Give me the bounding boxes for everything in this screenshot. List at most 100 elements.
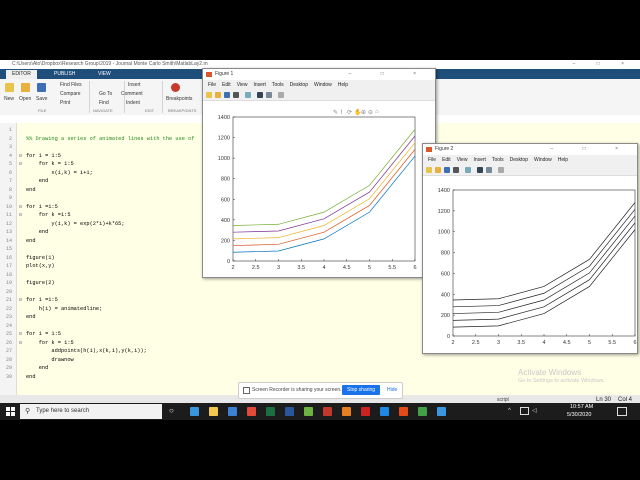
taskbar-app-icon[interactable] bbox=[342, 407, 351, 416]
save-figure-icon[interactable] bbox=[444, 167, 450, 173]
home-icon[interactable]: ⌂ bbox=[375, 109, 379, 115]
code-line[interactable]: for k =1:5 bbox=[26, 212, 71, 218]
code-line[interactable]: figure(1) bbox=[26, 255, 55, 261]
menu-help[interactable]: Help bbox=[558, 157, 568, 163]
show-plot-tools-icon[interactable] bbox=[278, 92, 284, 98]
menu-help[interactable]: Help bbox=[338, 82, 348, 88]
code-line[interactable]: y(i,k) = exp(2*i)+k*65; bbox=[26, 221, 124, 227]
menu-desktop[interactable]: Desktop bbox=[510, 157, 528, 163]
code-line[interactable]: end bbox=[26, 178, 49, 184]
notifications-icon[interactable] bbox=[617, 407, 627, 416]
fold-toggle-icon[interactable]: ⊟ bbox=[19, 212, 22, 218]
compare-button[interactable]: Compare bbox=[60, 91, 81, 97]
fold-toggle-icon[interactable]: ⊟ bbox=[19, 297, 22, 303]
insert-colorbar-icon[interactable] bbox=[477, 167, 483, 173]
code-line[interactable]: for i =1:5 bbox=[26, 204, 58, 210]
taskbar-app-icon[interactable] bbox=[228, 407, 237, 416]
code-line[interactable]: end bbox=[26, 187, 36, 193]
fold-toggle-icon[interactable]: ⊟ bbox=[19, 204, 22, 210]
code-line[interactable]: for k = 1:5 bbox=[26, 161, 74, 167]
code-line[interactable]: for i =1:5 bbox=[26, 297, 58, 303]
fold-toggle-icon[interactable]: ⊟ bbox=[19, 331, 22, 337]
code-line[interactable]: for i = 1:5 bbox=[26, 331, 61, 337]
figure-2-axes[interactable]: 2 2.5 3 3.5 4 4.5 5 5.5 6 0 200 400 600 800 1000 1200 14… bbox=[423, 176, 637, 353]
link-plot-icon[interactable] bbox=[465, 167, 471, 173]
open-folder-icon[interactable] bbox=[21, 83, 30, 92]
hide-button[interactable]: Hide bbox=[387, 387, 397, 393]
menu-edit[interactable]: Edit bbox=[442, 157, 451, 163]
code-line[interactable]: for k = 1:5 bbox=[26, 340, 74, 346]
menu-tools[interactable]: Tools bbox=[492, 157, 504, 163]
taskbar-app-icon[interactable] bbox=[399, 407, 408, 416]
menu-tools[interactable]: Tools bbox=[272, 82, 284, 88]
window-controls[interactable]: – □ × bbox=[573, 60, 635, 69]
fold-toggle-icon[interactable]: ⊟ bbox=[19, 161, 22, 167]
taskbar-app-icon[interactable] bbox=[304, 407, 313, 416]
clock-date[interactable]: 5/30/2020 bbox=[567, 412, 591, 418]
rotate-icon[interactable]: ⟳ bbox=[347, 109, 352, 116]
taskbar-search-box[interactable]: ⚲ Type here to search bbox=[20, 404, 162, 419]
print-figure-icon[interactable] bbox=[453, 167, 459, 173]
comment-button[interactable]: Comment bbox=[121, 91, 143, 97]
tab-view[interactable]: VIEW bbox=[92, 70, 117, 79]
code-line[interactable]: for i = 1:5 bbox=[26, 153, 61, 159]
figure-1-window-controls[interactable]: – □ × bbox=[349, 69, 431, 80]
code-line[interactable]: end bbox=[26, 314, 36, 320]
code-line[interactable]: end bbox=[26, 374, 36, 380]
network-icon[interactable] bbox=[520, 407, 529, 415]
insert-legend-icon[interactable] bbox=[266, 92, 272, 98]
find-files-button[interactable]: Find Files bbox=[60, 82, 82, 88]
code-line[interactable]: h(i) = animatedline; bbox=[26, 306, 103, 312]
go-to-button[interactable]: Go To bbox=[99, 91, 112, 97]
find-button[interactable]: Find bbox=[99, 100, 109, 106]
insert-legend-icon[interactable] bbox=[486, 167, 492, 173]
new-button[interactable]: New bbox=[4, 96, 14, 102]
show-plot-tools-icon[interactable] bbox=[498, 167, 504, 173]
fold-toggle-icon[interactable]: ⊟ bbox=[19, 153, 22, 159]
fold-toggle-icon[interactable]: ⊟ bbox=[19, 340, 22, 346]
code-line[interactable]: figure(2) bbox=[26, 280, 55, 286]
taskbar-app-icon[interactable] bbox=[361, 407, 370, 416]
menu-window[interactable]: Window bbox=[534, 157, 552, 163]
code-line[interactable]: %% Drawing a series of animated lines wi… bbox=[26, 136, 194, 142]
open-button[interactable]: Open bbox=[19, 96, 31, 102]
menu-view[interactable]: View bbox=[457, 157, 468, 163]
taskbar-app-icon[interactable] bbox=[323, 407, 332, 416]
code-line[interactable]: plot(x,y) bbox=[26, 263, 55, 269]
taskbar-app-icon[interactable] bbox=[285, 407, 294, 416]
clock-time[interactable]: 10:57 AM bbox=[570, 404, 593, 410]
brush-icon[interactable]: ⌇ bbox=[340, 109, 343, 116]
taskbar-app-icon[interactable] bbox=[247, 407, 256, 416]
code-line[interactable]: x(i,k) = i+1; bbox=[26, 170, 92, 176]
menu-view[interactable]: View bbox=[237, 82, 248, 88]
link-plot-icon[interactable] bbox=[245, 92, 251, 98]
save-figure-icon[interactable] bbox=[224, 92, 230, 98]
insert-colorbar-icon[interactable] bbox=[257, 92, 263, 98]
taskbar-app-icon[interactable] bbox=[418, 407, 427, 416]
open-file-icon[interactable] bbox=[215, 92, 221, 98]
tab-publish[interactable]: PUBLISH bbox=[48, 70, 81, 79]
breakpoints-button[interactable]: Breakpoints bbox=[166, 96, 192, 102]
insert-button[interactable]: Insert bbox=[128, 82, 141, 88]
taskbar-app-icon[interactable] bbox=[380, 407, 389, 416]
figure-1-axes[interactable]: 2 2.5 3 3.5 4 4.5 5 5.5 6 0 200 400 600 800 1000 1200 14… bbox=[203, 101, 435, 277]
tab-editor[interactable]: EDITOR bbox=[6, 70, 37, 79]
taskbar-app-icon[interactable] bbox=[209, 407, 218, 416]
figure-2-window-controls[interactable]: – □ × bbox=[551, 144, 633, 155]
stop-sharing-button[interactable]: Stop sharing bbox=[342, 385, 381, 395]
taskbar-app-icon[interactable] bbox=[266, 407, 275, 416]
task-view-icon[interactable]: ○ bbox=[169, 406, 174, 415]
taskbar-app-icon[interactable] bbox=[190, 407, 199, 416]
new-icon[interactable] bbox=[5, 83, 14, 92]
save-icon[interactable] bbox=[37, 83, 46, 92]
menu-insert[interactable]: Insert bbox=[473, 157, 486, 163]
open-file-icon[interactable] bbox=[435, 167, 441, 173]
save-button[interactable]: Save bbox=[36, 96, 47, 102]
code-line[interactable]: drawnow bbox=[26, 357, 73, 363]
windows-start-icon[interactable] bbox=[6, 407, 15, 416]
zoom-in-icon[interactable]: ⊕ bbox=[361, 109, 366, 116]
menu-file[interactable]: File bbox=[428, 157, 436, 163]
code-line[interactable]: end bbox=[26, 365, 49, 371]
figure-1-canvas[interactable]: 2 2.5 3 3.5 4 4.5 5 5.5 6 0 200 400 600 800 1000 1200 14… bbox=[203, 101, 435, 277]
print-figure-icon[interactable] bbox=[233, 92, 239, 98]
